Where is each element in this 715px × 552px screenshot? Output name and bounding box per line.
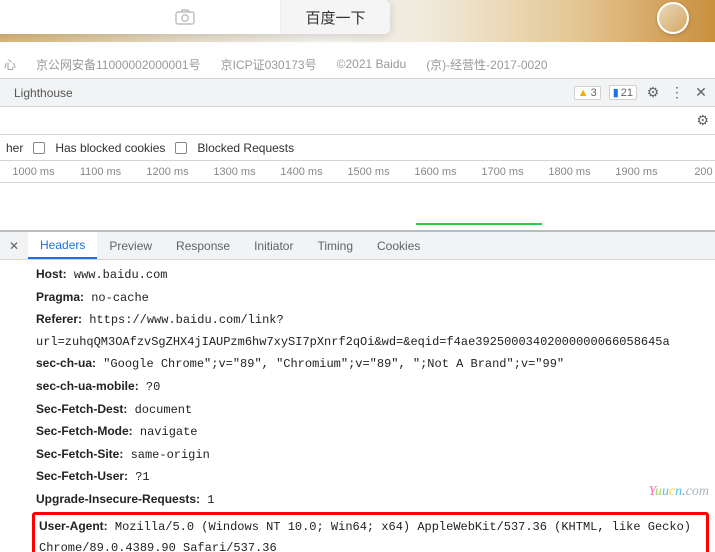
time-tick: 1300 ms bbox=[201, 166, 268, 178]
header-row-user-agent: User-Agent: Mozilla/5.0 (Windows NT 10.0… bbox=[32, 512, 709, 552]
baidu-footer-links: 心 京公网安备11000002000001号 京ICP证030173号 ©202… bbox=[0, 54, 715, 74]
network-filter-options: her Has blocked cookies Blocked Requests bbox=[0, 135, 715, 161]
has-blocked-cookies-checkbox[interactable] bbox=[33, 142, 45, 154]
gear-icon[interactable]: ⚙ bbox=[645, 84, 661, 101]
gongan-link[interactable]: 京公网安备11000002000001号 bbox=[36, 56, 201, 73]
network-toolbar: ⚙ bbox=[0, 107, 715, 135]
icp-link[interactable]: 京ICP证030173号 bbox=[221, 56, 317, 73]
header-row-sec-fetch-dest: Sec-Fetch-Dest: document bbox=[36, 399, 709, 422]
request-detail-drawer: ✕ Headers Preview Response Initiator Tim… bbox=[0, 231, 715, 552]
header-row-sec-fetch-user: Sec-Fetch-User: ?1 bbox=[36, 466, 709, 489]
tab-preview[interactable]: Preview bbox=[97, 232, 164, 259]
time-tick: 1900 ms bbox=[603, 166, 670, 178]
message-icon: ▮ bbox=[613, 86, 619, 99]
time-tick: 1000 ms bbox=[0, 166, 67, 178]
header-row-sec-ch-ua: sec-ch-ua: "Google Chrome";v="89", "Chro… bbox=[36, 353, 709, 376]
tab-initiator[interactable]: Initiator bbox=[242, 232, 305, 259]
devtools-tabbar: Lighthouse ▲3 ▮21 ⚙ ⋮ ✕ bbox=[0, 79, 715, 107]
close-detail-icon[interactable]: ✕ bbox=[0, 239, 28, 253]
time-tick: 1600 ms bbox=[402, 166, 469, 178]
close-icon[interactable]: ✕ bbox=[693, 84, 709, 101]
kebab-menu-icon[interactable]: ⋮ bbox=[669, 84, 685, 101]
warning-count: 3 bbox=[591, 87, 597, 99]
camera-icon[interactable] bbox=[160, 9, 210, 25]
business-license-link[interactable]: (京)-经营性-2017-0020 bbox=[426, 56, 547, 73]
blocked-requests-label[interactable]: Blocked Requests bbox=[197, 141, 294, 155]
timeline-header: 1000 ms 1100 ms 1200 ms 1300 ms 1400 ms … bbox=[0, 161, 715, 183]
request-detail-tabs: ✕ Headers Preview Response Initiator Tim… bbox=[0, 232, 715, 260]
header-row-host: Host: www.baidu.com bbox=[36, 264, 709, 287]
search-bar: 百度一下 bbox=[0, 0, 390, 34]
time-tick: 1400 ms bbox=[268, 166, 335, 178]
header-row-sec-ch-ua-mobile: sec-ch-ua-mobile: ?0 bbox=[36, 376, 709, 399]
footer-text: 心 bbox=[4, 56, 16, 73]
search-button[interactable]: 百度一下 bbox=[280, 0, 390, 34]
filter-label-fragment: her bbox=[6, 141, 23, 155]
time-tick: 1800 ms bbox=[536, 166, 603, 178]
time-tick: 200 bbox=[670, 166, 715, 178]
time-tick: 1200 ms bbox=[134, 166, 201, 178]
copyright-text: ©2021 Baidu bbox=[337, 57, 407, 71]
watermark: Yuucn.com bbox=[648, 479, 709, 504]
message-count: 21 bbox=[621, 87, 633, 99]
tab-response[interactable]: Response bbox=[164, 232, 242, 259]
header-row-upgrade-insecure-requests: Upgrade-Insecure-Requests: 1 bbox=[36, 489, 709, 512]
tab-timing[interactable]: Timing bbox=[305, 232, 365, 259]
timeline-overview[interactable] bbox=[0, 183, 715, 231]
gear-icon[interactable]: ⚙ bbox=[696, 112, 709, 129]
messages-badge[interactable]: ▮21 bbox=[609, 85, 637, 100]
timeline-request-bar bbox=[416, 223, 542, 225]
tab-cookies[interactable]: Cookies bbox=[365, 232, 432, 259]
time-tick: 1100 ms bbox=[67, 166, 134, 178]
blocked-requests-checkbox[interactable] bbox=[175, 142, 187, 154]
warnings-badge[interactable]: ▲3 bbox=[574, 86, 601, 100]
request-headers-list: Host: www.baidu.com Pragma: no-cache Ref… bbox=[0, 260, 715, 552]
header-row-sec-fetch-mode: Sec-Fetch-Mode: navigate bbox=[36, 421, 709, 444]
header-row-pragma: Pragma: no-cache bbox=[36, 287, 709, 310]
has-blocked-cookies-label[interactable]: Has blocked cookies bbox=[55, 141, 165, 155]
tab-lighthouse[interactable]: Lighthouse bbox=[0, 79, 87, 106]
time-tick: 1700 ms bbox=[469, 166, 536, 178]
tab-headers[interactable]: Headers bbox=[28, 232, 97, 259]
header-row-referer: Referer: https://www.baidu.com/link?url=… bbox=[36, 309, 709, 353]
header-row-sec-fetch-site: Sec-Fetch-Site: same-origin bbox=[36, 444, 709, 467]
devtools-panel: Lighthouse ▲3 ▮21 ⚙ ⋮ ✕ ⚙ her Has blocke… bbox=[0, 78, 715, 552]
time-tick: 1500 ms bbox=[335, 166, 402, 178]
warning-icon: ▲ bbox=[578, 87, 589, 99]
avatar[interactable] bbox=[657, 2, 689, 34]
